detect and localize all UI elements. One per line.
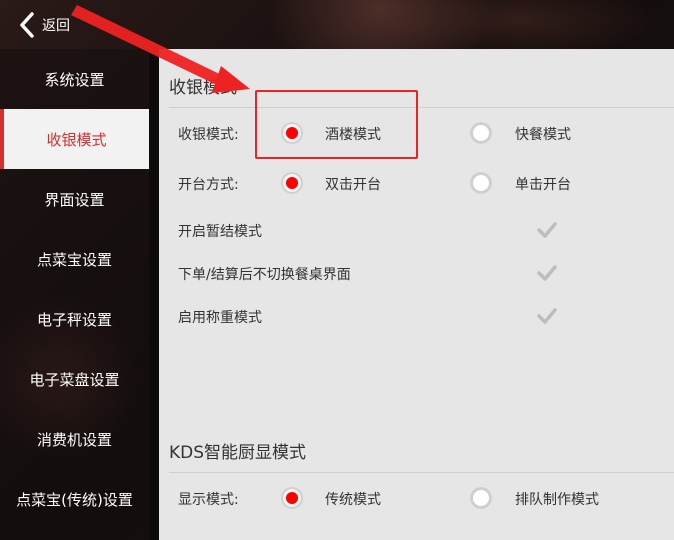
sidebar: 系统设置 收银模式 界面设置 点菜宝设置 电子秤设置 电子菜盘设置 消费机设置 … [0,49,149,540]
sidebar-item-scale-settings[interactable]: 电子秤设置 [0,289,149,349]
check-label-weighing-mode: 启用称重模式 [178,310,262,326]
section-divider [169,107,674,108]
sidebar-item-label: 系统设置 [44,70,105,89]
sidebar-item-label: 点菜宝(传统)设置 [16,490,133,509]
sidebar-item-label: 电子菜盘设置 [29,370,120,389]
sidebar-item-pos-machine-settings[interactable]: 消费机设置 [0,409,149,469]
option-single-click-open[interactable]: 单击开台 [515,174,571,194]
section-divider [169,472,674,473]
sidebar-item-e-dish-settings[interactable]: 电子菜盘设置 [0,349,149,409]
radio-traditional-mode[interactable] [281,487,303,509]
chevron-left-icon [20,12,34,38]
checkmark-icon[interactable] [536,262,558,284]
sidebar-item-cashier-mode[interactable]: 收银模式 [0,109,149,169]
section-title-kds: KDS智能厨显模式 [169,443,307,463]
sidebar-item-label: 电子秤设置 [36,310,112,329]
radio-fast-food-mode[interactable] [470,122,492,144]
sidebar-item-order-device-settings[interactable]: 点菜宝设置 [0,229,149,289]
cashier-mode-label: 收银模式: [178,127,239,143]
open-table-label: 开台方式: [178,177,239,193]
check-label-no-switch-table: 下单/结算后不切换餐桌界面 [178,267,351,283]
sidebar-item-label: 消费机设置 [36,430,112,449]
annotation-highlight-box [255,90,418,159]
sidebar-divider [149,49,159,540]
option-double-click-open[interactable]: 双击开台 [325,174,381,194]
sidebar-item-label: 点菜宝设置 [36,250,112,269]
checkmark-icon[interactable] [536,219,558,241]
sidebar-item-classic-order-device-settings[interactable]: 点菜宝(传统)设置 [0,469,149,529]
option-queue-mode[interactable]: 排队制作模式 [515,489,599,509]
radio-double-click-open[interactable] [281,172,303,194]
display-mode-label: 显示模式: [178,492,239,508]
option-fast-food-mode[interactable]: 快餐模式 [515,124,571,144]
top-bar: 返回 [0,0,674,49]
sidebar-item-interface-settings[interactable]: 界面设置 [0,169,149,229]
checkmark-icon[interactable] [536,305,558,327]
radio-single-click-open[interactable] [470,172,492,194]
sidebar-item-label: 收银模式 [46,130,107,149]
back-label: 返回 [42,18,70,34]
section-title-cashier-mode: 收银模式 [169,78,237,98]
sidebar-item-system-settings[interactable]: 系统设置 [0,49,149,109]
option-traditional-mode[interactable]: 传统模式 [325,489,381,509]
radio-queue-mode[interactable] [470,487,492,509]
sidebar-item-label: 界面设置 [44,190,105,209]
back-button[interactable]: 返回 [18,10,70,40]
check-label-temp-settle: 开启暂结模式 [178,224,262,240]
